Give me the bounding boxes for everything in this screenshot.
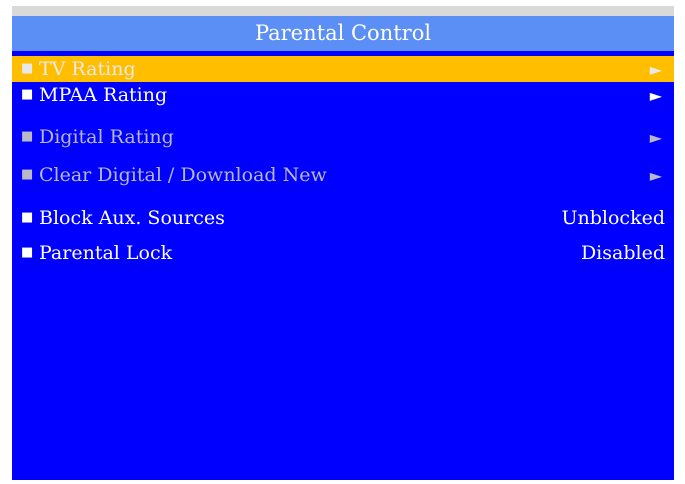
menu-item-clear-digital[interactable]: ■ Clear Digital / Download New ► [12,162,674,188]
square-bullet-icon: ■ [21,245,34,260]
menu-item-digital-rating[interactable]: ■ Digital Rating ► [12,124,674,150]
menu-item-parental-lock[interactable]: ■ Parental Lock Disabled [12,240,674,266]
menu-item-tv-rating[interactable]: ■ TV Rating ► [12,56,674,82]
tv-menu-screen: Parental Control ■ TV Rating ► ■ MPAA Ra… [12,6,674,480]
right-arrow-icon: ► [649,59,662,79]
top-strip [12,6,674,16]
square-bullet-icon: ■ [21,61,34,76]
menu-title: Parental Control [12,16,674,51]
right-arrow-icon: ► [649,127,662,147]
block-aux-value: Unblocked [561,207,666,229]
menu-item-mpaa-rating[interactable]: ■ MPAA Rating ► [12,82,674,108]
menu-item-label: MPAA Rating [39,84,168,106]
menu-item-label: Digital Rating [39,126,174,148]
square-bullet-icon: ■ [21,167,34,182]
right-arrow-icon: ► [649,165,662,185]
menu-item-label: Parental Lock [39,242,173,264]
menu-item-label: TV Rating [39,58,136,80]
menu-item-label: Block Aux. Sources [39,207,225,229]
parental-lock-value: Disabled [580,242,665,264]
menu-item-block-aux-sources[interactable]: ■ Block Aux. Sources Unblocked [12,205,674,231]
square-bullet-icon: ■ [21,87,34,102]
square-bullet-icon: ■ [21,210,34,225]
right-arrow-icon: ► [649,85,662,105]
menu-item-label: Clear Digital / Download New [39,164,327,186]
square-bullet-icon: ■ [21,129,34,144]
